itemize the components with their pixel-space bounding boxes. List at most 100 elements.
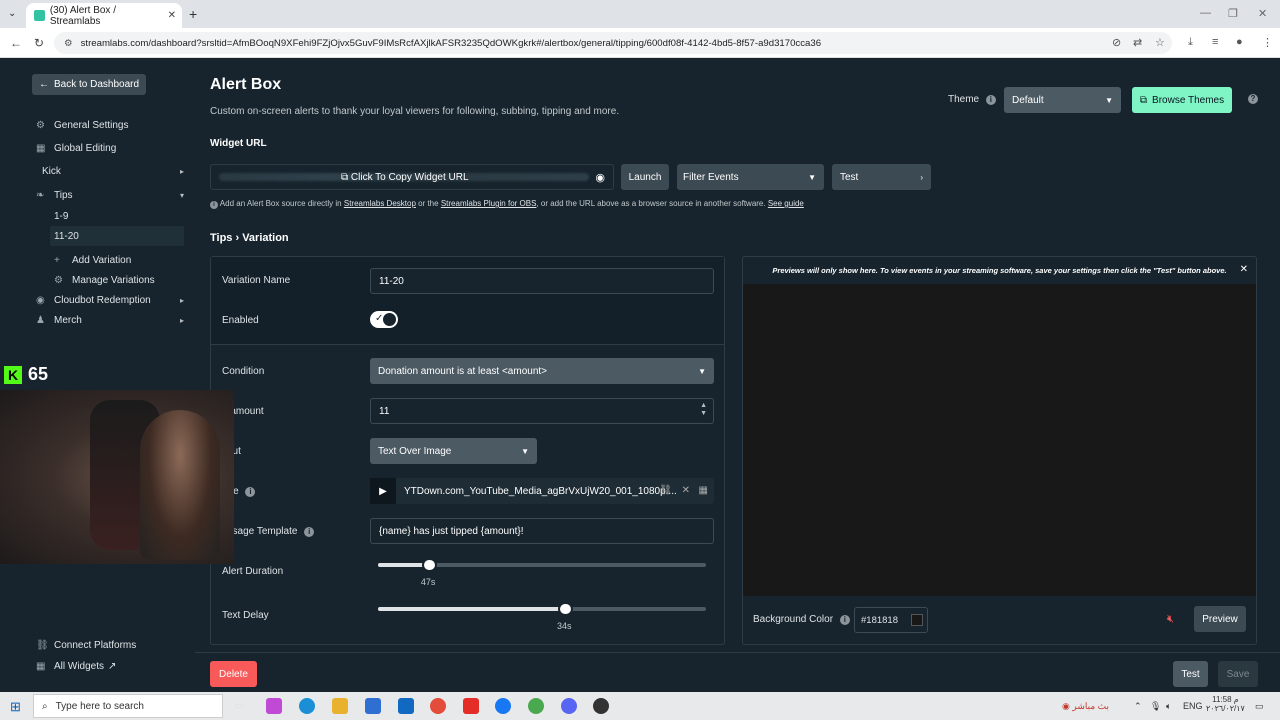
link-icon[interactable]: ⛓ [659, 485, 672, 496]
back-to-dashboard-button[interactable]: ← Back to Dashboard [32, 74, 147, 95]
notifications-icon[interactable]: ▭ [1255, 701, 1264, 712]
store-icon[interactable] [365, 698, 381, 714]
info-icon[interactable]: i [304, 527, 315, 537]
discord-icon[interactable] [561, 698, 577, 714]
sidebar-item-cloudbot-redemption[interactable]: ◉ Cloudbot Redemption ▸ [36, 295, 184, 306]
file-explorer-icon[interactable] [332, 698, 348, 714]
translate-icon[interactable]: ⇄ [1133, 36, 1142, 49]
layout-select[interactable]: Text Over Image ▼ [370, 438, 537, 464]
streamlabs-desktop-link[interactable]: Streamlabs Desktop [344, 199, 416, 208]
mute-icon[interactable]: 🔇︎ [1167, 613, 1174, 626]
filter-events-select[interactable]: Filter Events ▼ [677, 164, 824, 190]
leaf-icon: ❧ [36, 190, 45, 201]
clock[interactable]: 11:58 م ٢٠٢٦/٠٢/١٧ [1206, 695, 1245, 713]
reading-list-icon[interactable]: ≡ [1212, 36, 1218, 48]
launch-button[interactable]: Launch [621, 164, 669, 190]
taskbar-search-input[interactable]: ⌕ Type here to search [33, 694, 223, 718]
speaker-icon[interactable]: 🔈︎ [1166, 701, 1171, 712]
slider-thumb[interactable] [421, 558, 437, 572]
obs-plugin-link[interactable]: Streamlabs Plugin for OBS [441, 199, 537, 208]
browser-tab-strip: ⌄ (30) Alert Box / Streamlabs ✕ + — ❐ ✕ [0, 0, 1280, 28]
copilot-icon[interactable] [266, 698, 282, 714]
image-file-field[interactable]: ▶ YTDown.com_YouTube_Media_agBrVxUjW20_0… [370, 478, 714, 504]
download-icon[interactable]: ⤓ [1188, 36, 1193, 49]
youtube-icon[interactable] [463, 698, 479, 714]
enabled-toggle[interactable]: ✓ [370, 311, 398, 328]
sidebar-item-general-settings[interactable]: ⚙ General Settings [36, 120, 184, 131]
copy-widget-url[interactable]: ⧉ Click To Copy Widget URL [341, 172, 469, 183]
background-color-input[interactable]: #181818 [854, 607, 928, 633]
stepper-icon[interactable]: ▲ ▼ [700, 402, 707, 418]
sidebar-sub-1-9[interactable]: 1-9 [50, 206, 184, 226]
task-view-icon[interactable]: ▭ [234, 699, 244, 712]
browse-themes-button[interactable]: ⧉ Browse Themes [1132, 87, 1232, 113]
info-icon[interactable]: i [839, 615, 850, 625]
restore-icon[interactable]: ❐ [1228, 7, 1238, 20]
chrome-active-icon[interactable] [528, 698, 544, 714]
back-arrow-icon[interactable]: ← [10, 36, 22, 50]
url-input[interactable]: ⚙ streamlabs.com/dashboard?srsltid=AfmBO… [54, 32, 1172, 54]
windows-start-icon[interactable]: ⊞ [10, 699, 21, 715]
hint-text: or the [418, 199, 439, 208]
connect-platforms-link[interactable]: ⛓ Connect Platforms [36, 640, 184, 651]
browser-tab[interactable]: (30) Alert Box / Streamlabs ✕ [26, 3, 182, 28]
message-template-input[interactable]: {name} has just tipped {amount}! [370, 518, 714, 544]
edge-icon[interactable] [299, 698, 315, 714]
preview-canvas [743, 284, 1256, 596]
help-icon[interactable]: ? [1248, 94, 1258, 104]
amount-input[interactable]: 11 ▲ ▼ [370, 398, 714, 424]
reload-icon[interactable]: ↻ [34, 36, 44, 50]
menu-kebab-icon[interactable]: ⋮ [1262, 36, 1273, 49]
theme-select[interactable]: Default ▼ [1004, 87, 1121, 113]
info-icon[interactable]: i [985, 95, 996, 105]
tab-search-icon[interactable]: ⌄ [8, 8, 16, 19]
minimize-icon[interactable]: — [1200, 7, 1211, 19]
color-swatch[interactable] [911, 614, 923, 626]
outlook-icon[interactable] [398, 698, 414, 714]
live-indicator[interactable]: ◉ بث مباشر [1062, 701, 1109, 712]
sidebar-sub-11-20[interactable]: 11-20 [50, 226, 184, 246]
all-widgets-link[interactable]: ▦ All Widgets ↗ [36, 661, 184, 672]
add-variation-button[interactable]: + Add Variation [54, 255, 184, 266]
text-delay-slider[interactable] [378, 602, 706, 616]
alert-duration-label: Alert Duration [222, 566, 284, 577]
close-tab-icon[interactable]: ✕ [168, 10, 176, 21]
new-tab-icon[interactable]: + [189, 6, 197, 22]
tray-chevron-icon[interactable]: ⌃ [1134, 701, 1142, 712]
microphone-icon[interactable]: 🎙︎ [1150, 701, 1161, 712]
variation-name-input[interactable]: 11-20 [370, 268, 714, 294]
close-icon[interactable]: ✕ [1240, 264, 1248, 275]
gear-icon: ⚙ [54, 275, 63, 286]
obs-icon[interactable] [593, 698, 609, 714]
profile-avatar-icon[interactable]: ● [1236, 36, 1243, 48]
remove-icon[interactable]: ✕ [682, 485, 690, 496]
condition-select[interactable]: Donation amount is at least <amount> ▼ [370, 358, 714, 384]
see-guide-link[interactable]: See guide [768, 199, 804, 208]
delete-button[interactable]: Delete [210, 661, 257, 687]
caret-down-icon: ▼ [521, 446, 529, 456]
sidebar-item-kick[interactable]: Kick ▸ [42, 166, 184, 177]
facebook-icon[interactable] [495, 698, 511, 714]
language-indicator[interactable]: ENG [1183, 701, 1203, 711]
sidebar-item-global-editing[interactable]: ▦ Global Editing [36, 143, 184, 154]
site-info-icon[interactable]: ⚙ [64, 38, 73, 49]
eye-off-icon[interactable]: ⊘ [1112, 36, 1121, 49]
widget-url-field[interactable]: ⧉ Click To Copy Widget URL ◉ [210, 164, 614, 190]
manage-variations-button[interactable]: ⚙ Manage Variations [54, 275, 184, 286]
bookmark-star-icon[interactable]: ☆ [1155, 36, 1165, 49]
preview-button[interactable]: Preview [1194, 606, 1246, 632]
gallery-icon[interactable]: ▦ [699, 485, 708, 496]
sidebar-item-merch[interactable]: ♟ Merch ▸ [36, 315, 184, 326]
close-window-icon[interactable]: ✕ [1258, 7, 1267, 20]
footer-test-button[interactable]: Test [1173, 661, 1208, 687]
sidebar-item-tips[interactable]: ❧ Tips ▾ [36, 190, 184, 201]
chrome-icon[interactable] [430, 698, 446, 714]
eye-icon[interactable]: ◉ [595, 171, 605, 184]
save-button[interactable]: Save [1218, 661, 1258, 687]
alert-duration-slider[interactable] [378, 558, 706, 572]
slider-thumb[interactable] [557, 602, 573, 616]
condition-value: Donation amount is at least <amount> [378, 365, 547, 377]
windows-taskbar: ⊞ ⌕ Type here to search ▭ ◉ بث مباشر ⌃ 🎙… [0, 692, 1280, 720]
test-dropdown-button[interactable]: Test › [832, 164, 931, 190]
info-icon[interactable]: i [245, 487, 256, 497]
